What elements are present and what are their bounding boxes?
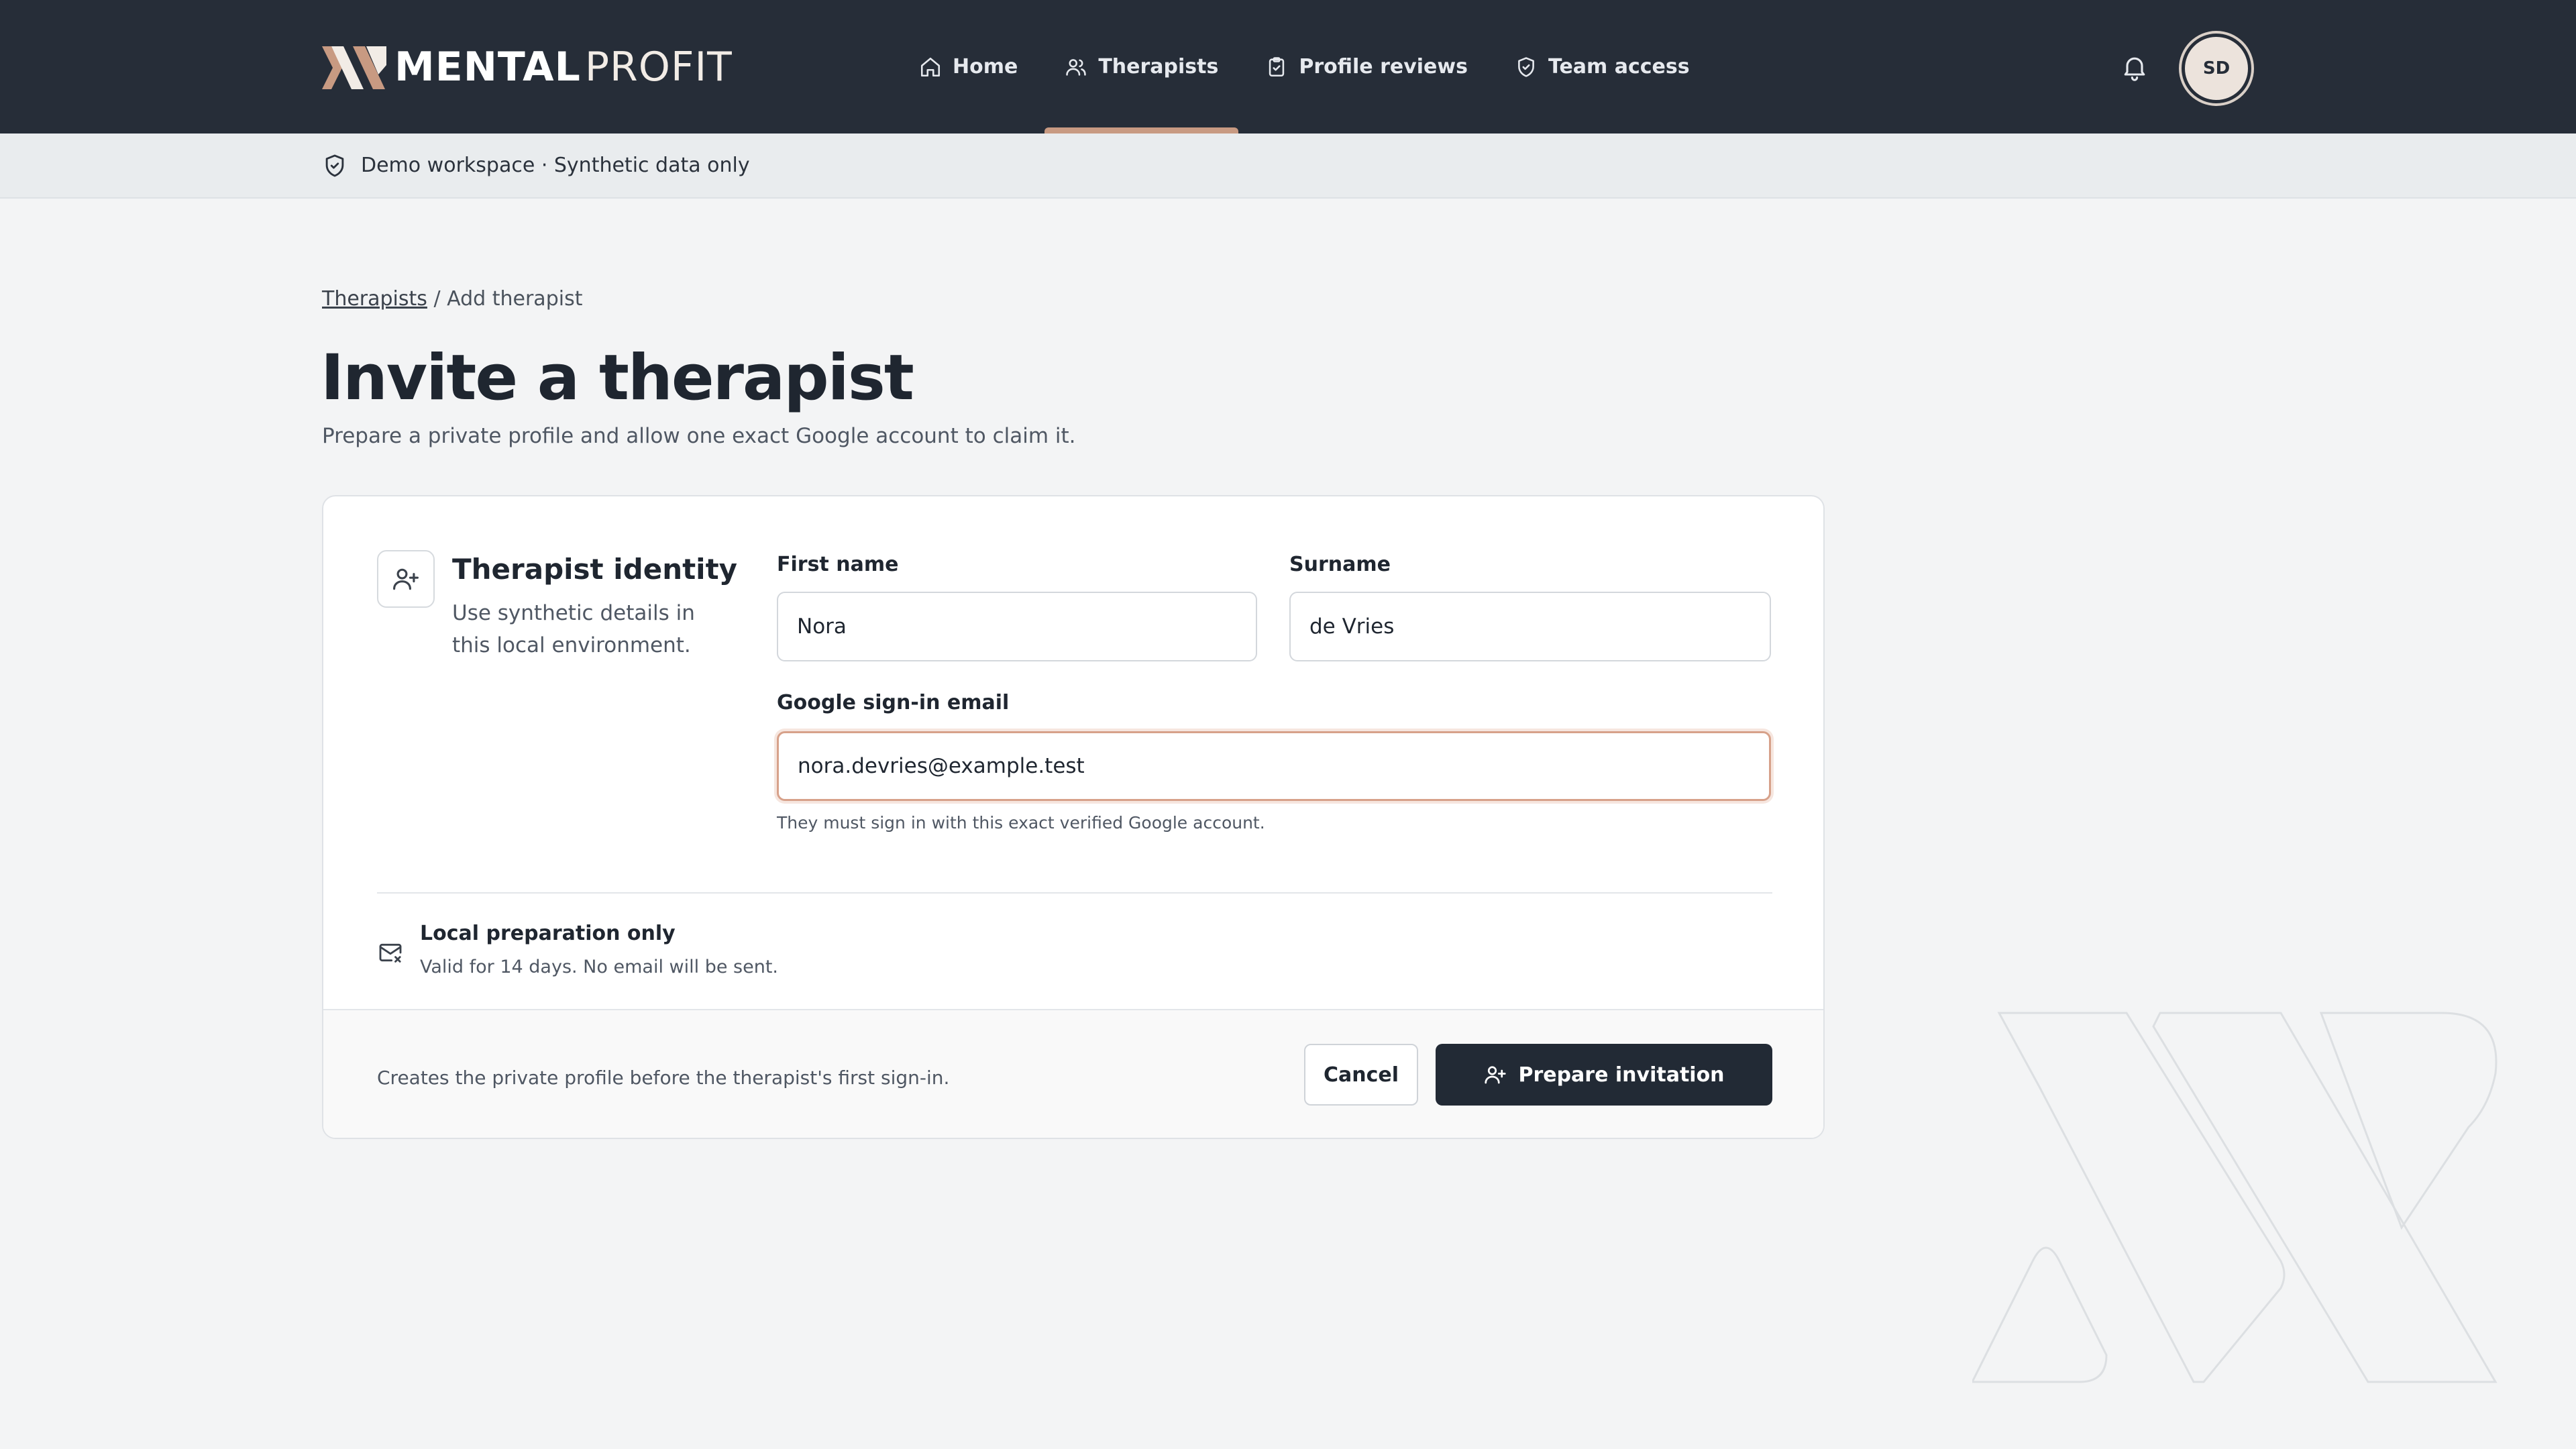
identity-section-title: Therapist identity <box>452 553 738 586</box>
local-preparation-title: Local preparation only <box>420 922 676 945</box>
nav-item-team-access[interactable]: Team access <box>1495 0 1710 133</box>
breadcrumb-link-therapists[interactable]: Therapists <box>322 287 427 311</box>
users-icon <box>1066 58 1087 76</box>
footer-note: Creates the private profile before the t… <box>377 1067 950 1089</box>
local-preparation-description: Valid for 14 days. No email will be sent… <box>420 957 778 977</box>
cancel-button[interactable]: Cancel <box>1304 1044 1418 1106</box>
brand-watermark-icon <box>1972 1012 2498 1383</box>
shield-check-icon <box>1518 56 1534 77</box>
surname-input[interactable] <box>1289 592 1771 661</box>
brand-wordmark-part1: MENTAL <box>394 44 581 91</box>
form-footer: Creates the private profile before the t… <box>323 1009 1823 1138</box>
google-email-hint: They must sign in with this exact verifi… <box>777 813 1265 833</box>
breadcrumb: Therapists / Add therapist <box>322 287 582 311</box>
google-email-label: Google sign-in email <box>777 691 1010 714</box>
breadcrumb-current: Add therapist <box>447 287 583 311</box>
brand-wordmark: MENTAL PROFIT <box>394 47 733 87</box>
user-plus-icon <box>1485 1066 1507 1084</box>
main-nav: Home Therapists Profile reviews Team acc… <box>899 0 1717 133</box>
home-icon <box>920 57 941 76</box>
identity-section-description: Use synthetic details in this local envi… <box>452 601 695 657</box>
mail-x-icon <box>379 943 402 963</box>
brand-wordmark-part2: PROFIT <box>584 44 733 91</box>
invite-therapist-form-card: Therapist identity Use synthetic details… <box>322 495 1825 1139</box>
first-name-label: First name <box>777 553 899 576</box>
nav-item-therapists[interactable]: Therapists <box>1044 0 1239 133</box>
demo-workspace-banner: Demo workspace · Synthetic data only <box>0 133 2576 199</box>
brand-logo[interactable]: MENTAL PROFIT <box>322 44 733 90</box>
breadcrumb-separator: / <box>433 287 441 311</box>
section-divider <box>377 892 1772 894</box>
page-subtitle: Prepare a private profile and allow one … <box>322 424 1076 448</box>
top-navigation-bar: MENTAL PROFIT Home Therapists Profile re… <box>0 0 2576 133</box>
user-avatar[interactable]: SD <box>2182 34 2251 103</box>
prepare-invitation-button[interactable]: Prepare invitation <box>1436 1044 1772 1106</box>
mentalprofit-logo-icon <box>322 46 386 89</box>
user-plus-icon <box>393 568 419 590</box>
demo-workspace-text: Demo workspace · Synthetic data only <box>361 154 750 177</box>
bell-icon <box>2124 57 2145 81</box>
surname-label: Surname <box>1289 553 1391 576</box>
notifications-button[interactable] <box>2120 52 2149 82</box>
page-title: Invite a therapist <box>321 341 914 415</box>
google-email-input[interactable] <box>777 731 1771 801</box>
prepare-invitation-label: Prepare invitation <box>1518 1063 1725 1087</box>
nav-item-label: Home <box>953 55 1018 78</box>
nav-item-label: Therapists <box>1098 55 1219 78</box>
nav-item-home[interactable]: Home <box>899 0 1038 133</box>
nav-item-label: Team access <box>1548 55 1690 78</box>
identity-section-icon <box>377 550 435 608</box>
shield-check-icon <box>325 154 344 176</box>
nav-item-profile-reviews[interactable]: Profile reviews <box>1245 0 1488 133</box>
clipboard-check-icon <box>1269 56 1285 76</box>
nav-item-label: Profile reviews <box>1299 55 1468 78</box>
first-name-input[interactable] <box>777 592 1257 661</box>
